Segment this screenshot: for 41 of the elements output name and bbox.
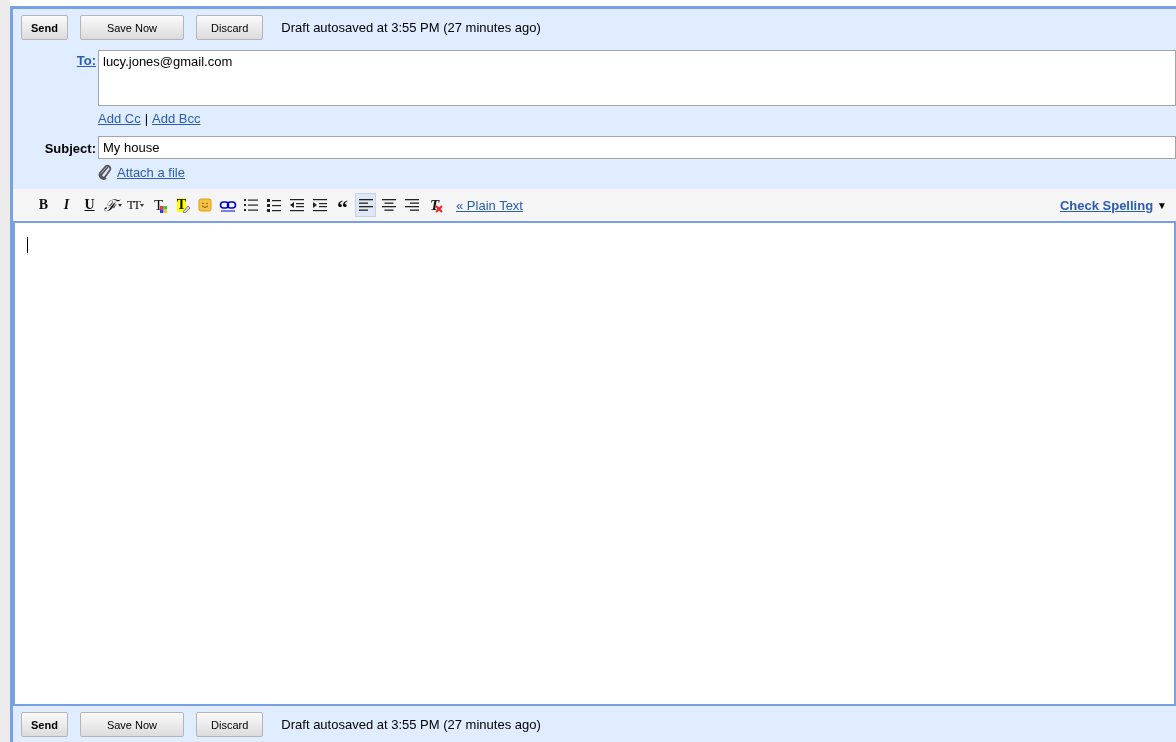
message-body-field[interactable] [13, 223, 1176, 706]
underline-button[interactable]: U [79, 193, 100, 217]
attach-link[interactable]: Attach a file [117, 164, 185, 180]
to-field[interactable]: lucy.jones@gmail.com [98, 50, 1176, 106]
align-left-icon [356, 196, 375, 214]
outdent-icon [287, 196, 306, 214]
bold-button[interactable]: B [33, 193, 54, 217]
subject-label: Subject: [44, 141, 96, 156]
caret-icon [139, 203, 144, 207]
text-color-button[interactable]: T [148, 193, 169, 217]
cc-link[interactable]: Add Cc [98, 111, 141, 126]
caret-icon[interactable]: ▼ [1157, 199, 1167, 211]
send-button[interactable]: Send [21, 15, 68, 40]
text-cursor [27, 237, 28, 253]
caret-icon [117, 203, 122, 207]
remove-formatting-button[interactable]: T [424, 193, 445, 217]
action-button[interactable]: Save Now [79, 712, 185, 737]
send-button[interactable]: Send [21, 712, 68, 737]
cc-link[interactable]: Add Bcc [152, 111, 201, 126]
action-button[interactable]: Discard [196, 712, 264, 737]
italic-button[interactable]: I [56, 193, 77, 217]
subject-field[interactable]: My house [98, 136, 1176, 159]
autosave-status: Draft autosaved at 3:55 PM (27 minutes ago) [281, 20, 541, 35]
bulleted-list-icon [264, 196, 283, 214]
action-button[interactable]: Discard [196, 15, 264, 40]
paperclip-icon [98, 164, 112, 180]
align-right-icon [402, 196, 421, 214]
autosave-status: Draft autosaved at 3:55 PM (27 minutes ago) [281, 717, 541, 732]
indent-icon [310, 196, 329, 214]
align-center-icon [379, 196, 398, 214]
text-size-button[interactable]: TT [125, 193, 146, 217]
action-button[interactable]: Save Now [79, 15, 185, 40]
check-spelling-link[interactable]: Check Spelling [1059, 197, 1154, 213]
smiley-icon [195, 196, 214, 214]
plain-text-link[interactable]: « Plain Text [456, 197, 523, 213]
align-left-button[interactable] [355, 193, 376, 217]
to-link[interactable]: To: [76, 53, 96, 68]
quote-button[interactable]: “ [332, 193, 353, 217]
separator-text: | [144, 111, 149, 126]
highlight-button[interactable]: T [171, 193, 192, 217]
font-button[interactable]: ℱ [102, 193, 123, 217]
